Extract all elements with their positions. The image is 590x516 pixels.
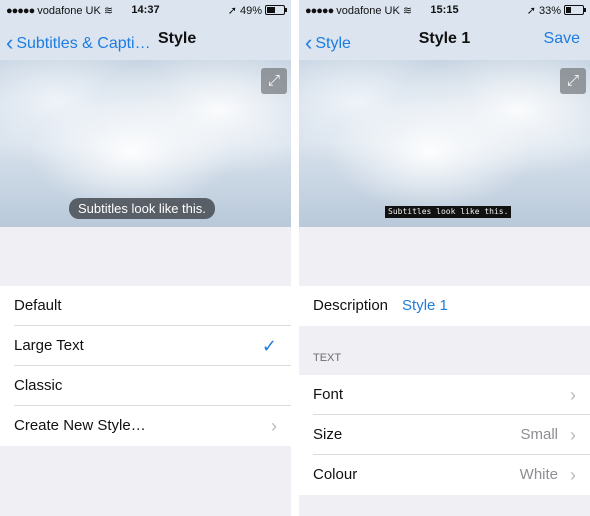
status-bar: ●●●●● vodafone UK ≋ 14:37 ➚ 49% xyxy=(0,0,291,20)
status-right: ➚ 49% xyxy=(227,4,287,17)
style-option-label: Create New Style… xyxy=(14,417,146,434)
description-value[interactable]: Style 1 xyxy=(402,297,448,314)
subtitle-sample: Subtitles look like this. xyxy=(69,198,215,219)
back-button[interactable]: ‹ Subtitles & Capti… xyxy=(6,30,151,56)
battery-percent: 33% xyxy=(538,5,561,17)
chevron-right-icon: › xyxy=(271,416,277,436)
navigation-bar: ‹ Style Style 1 Save xyxy=(299,20,590,60)
subtitle-preview: ⤢ Subtitles look like this. xyxy=(299,60,590,227)
save-button[interactable]: Save xyxy=(544,30,580,48)
style-option-label: Large Text xyxy=(14,337,84,354)
status-right: ➚ 33% xyxy=(526,4,586,17)
battery-icon xyxy=(265,5,287,15)
location-icon: ➚ xyxy=(227,5,237,17)
style-option-label: Classic xyxy=(14,377,63,394)
subtitle-sample: Subtitles look like this. xyxy=(385,206,512,218)
style-option-classic[interactable]: Classic xyxy=(0,366,291,406)
status-bar: ●●●●● vodafone UK ≋ 15:15 ➚ 33% xyxy=(299,0,590,20)
chevron-left-icon: ‹ xyxy=(6,30,14,55)
setting-label: Colour xyxy=(313,466,358,483)
setting-label: Size xyxy=(313,426,343,443)
subtitle-preview: ⤢ Subtitles look like this. xyxy=(0,60,291,227)
expand-icon[interactable]: ⤢ xyxy=(261,68,287,94)
setting-value: White xyxy=(519,466,558,483)
font-row[interactable]: Font › xyxy=(299,375,590,415)
create-new-style[interactable]: Create New Style… › xyxy=(0,406,291,446)
screen-style-list: ●●●●● vodafone UK ≋ 14:37 ➚ 49% ‹ Subtitles … xyxy=(0,0,291,516)
expand-icon[interactable]: ⤢ xyxy=(560,68,586,94)
navigation-bar: ‹ Subtitles & Capti… Style xyxy=(0,20,291,60)
description-label: Description xyxy=(313,297,389,314)
checkmark-icon: ✓ xyxy=(261,336,277,356)
chevron-right-icon: › xyxy=(570,465,576,485)
description-group: Description Style 1 xyxy=(299,286,590,326)
colour-row[interactable]: Colour White › xyxy=(299,455,590,495)
size-row[interactable]: Size Small › xyxy=(299,415,590,455)
battery-fill xyxy=(267,7,275,13)
text-settings-list: Font › Size Small › Colour White › xyxy=(299,375,590,495)
setting-label: Font xyxy=(313,386,344,403)
screen-style-editor: ●●●●● vodafone UK ≋ 15:15 ➚ 33% ‹ Style Styl… xyxy=(299,0,590,516)
style-options-list: Default Large Text ✓ Classic Create New … xyxy=(0,286,291,446)
nav-title: Style xyxy=(158,30,197,47)
chevron-right-icon: › xyxy=(570,425,576,445)
style-option-label: Default xyxy=(14,297,62,314)
setting-value: Small xyxy=(520,426,558,443)
chevron-right-icon: › xyxy=(570,385,576,405)
back-label: Subtitles & Capti… xyxy=(16,35,151,52)
battery-icon xyxy=(564,5,586,15)
location-icon: ➚ xyxy=(526,5,536,17)
section-header-text: TEXT xyxy=(313,352,342,364)
style-option-default[interactable]: Default xyxy=(0,286,291,326)
description-row[interactable]: Description Style 1 xyxy=(299,286,590,326)
style-option-large-text[interactable]: Large Text ✓ xyxy=(0,326,291,366)
battery-fill xyxy=(566,7,571,13)
battery-percent: 49% xyxy=(239,5,262,17)
